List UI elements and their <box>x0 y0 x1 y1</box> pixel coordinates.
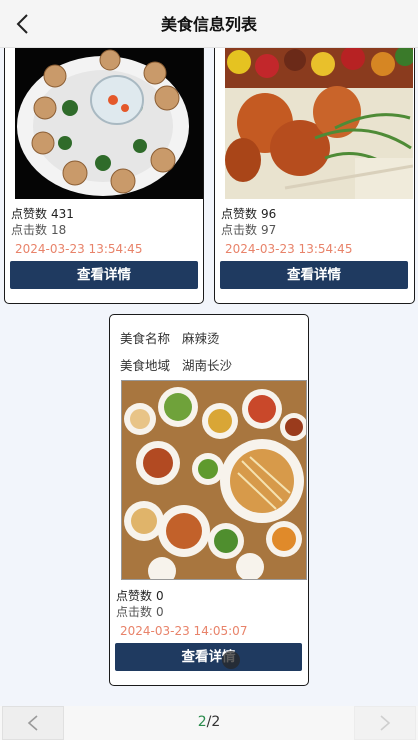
food-card: 美食名称 麻辣烫 美食地域 湖南长沙 点赞数 0 点击数 0 2024-03-2… <box>109 314 309 686</box>
likes-value: 96 <box>261 207 277 221</box>
top-bar: 美食信息列表 <box>0 0 418 48</box>
food-image-dishes[interactable] <box>121 380 307 580</box>
clicks-label: 点击数 <box>116 605 153 619</box>
next-page-button[interactable] <box>354 706 416 740</box>
clicks-value: 18 <box>51 223 67 237</box>
likes-count: 点赞数 96 <box>221 205 276 222</box>
food-image-skewers[interactable] <box>225 48 413 199</box>
current-page: 2 <box>197 714 207 730</box>
food-name-label: 美食名称 <box>120 331 171 346</box>
likes-value: 431 <box>51 207 74 221</box>
likes-label: 点赞数 <box>11 207 48 221</box>
food-region-value: 湖南长沙 <box>182 358 233 373</box>
food-image-seafood[interactable] <box>15 48 203 199</box>
food-card: 点赞数 96 点击数 97 2024-03-23 13:54:45 查看详情 <box>214 30 415 304</box>
view-details-button[interactable]: 查看详情 <box>10 261 198 289</box>
publish-time: 2024-03-23 13:54:45 <box>15 242 143 256</box>
likes-count: 点赞数 0 <box>116 587 164 604</box>
view-details-button[interactable]: 查看详情 <box>220 261 408 289</box>
clicks-value: 0 <box>156 605 164 619</box>
clicks-count: 点击数 0 <box>116 603 164 620</box>
likes-count: 点赞数 431 <box>11 205 74 222</box>
clicks-label: 点击数 <box>221 223 258 237</box>
publish-time: 2024-03-23 13:54:45 <box>225 242 353 256</box>
clicks-count: 点击数 18 <box>11 221 66 238</box>
likes-label: 点赞数 <box>116 589 153 603</box>
food-name-row: 美食名称 麻辣烫 <box>120 328 220 347</box>
page-title: 美食信息列表 <box>160 15 257 34</box>
food-region-row: 美食地域 湖南长沙 <box>120 355 232 374</box>
view-details-button[interactable]: 查看详情 <box>115 643 302 671</box>
total-pages: 2 <box>211 714 221 730</box>
touch-indicator <box>222 651 240 669</box>
pagination-bar: 2/2 <box>0 706 418 740</box>
clicks-count: 点击数 97 <box>221 221 276 238</box>
likes-value: 0 <box>156 589 164 603</box>
chevron-right-icon <box>380 715 391 731</box>
food-region-label: 美食地域 <box>120 358 171 373</box>
food-name-value: 麻辣烫 <box>182 331 220 346</box>
likes-label: 点赞数 <box>221 207 258 221</box>
publish-time: 2024-03-23 14:05:07 <box>120 624 248 638</box>
clicks-value: 97 <box>261 223 277 237</box>
clicks-label: 点击数 <box>11 223 48 237</box>
food-card: 点赞数 431 点击数 18 2024-03-23 13:54:45 查看详情 <box>4 30 204 304</box>
